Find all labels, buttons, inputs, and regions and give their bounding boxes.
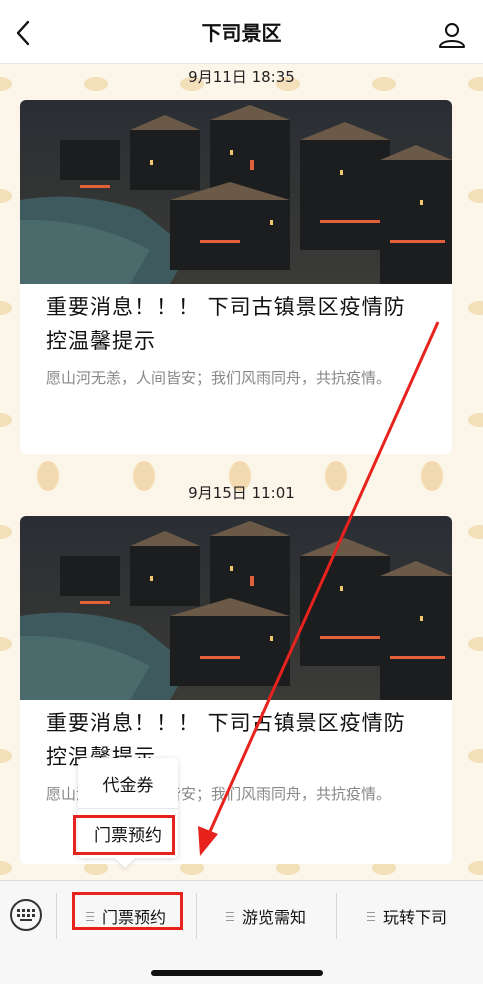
message-timestamp: 9月15日 11:01 — [188, 484, 295, 502]
town-night-photo — [20, 100, 452, 284]
article-cover-image — [20, 100, 452, 284]
nav-item-label: 门票预约 — [101, 908, 166, 927]
menu-list-icon — [225, 911, 234, 921]
back-arrow-icon[interactable] — [10, 18, 40, 48]
top-navigation-bar: 下司景区 — [0, 0, 483, 64]
nav-item-label: 玩转下司 — [382, 908, 447, 927]
nav-item-explore-xiasi[interactable]: 玩转下司 — [337, 893, 477, 939]
article-card[interactable]: 重要消息！！！ 下司古镇景区疫情防控温馨提示 愿山河无恙，人间皆安；我们风雨同舟… — [20, 100, 452, 454]
article-description: 愿山河无恙，人间皆安；我们风雨同舟，共抗疫情。 — [46, 369, 392, 387]
ticket-submenu-popup: 代金券 门票预约 — [78, 758, 178, 868]
home-indicator — [151, 970, 323, 976]
article-cover-image — [20, 516, 452, 700]
nav-item-visit-guide[interactable]: 游览需知 — [197, 893, 335, 939]
bottom-menu-bar: 门票预约 游览需知 玩转下司 — [0, 880, 483, 984]
town-night-photo — [20, 516, 452, 700]
menu-list-icon — [85, 911, 94, 921]
submenu-item-voucher[interactable]: 代金券 — [78, 758, 178, 808]
page-title: 下司景区 — [201, 21, 282, 45]
article-title: 重要消息！！！ 下司古镇景区疫情防控温馨提示 — [46, 295, 406, 353]
nav-item-label: 游览需知 — [241, 908, 306, 927]
menu-list-icon — [366, 911, 375, 921]
nav-item-ticket-booking[interactable]: 门票预约 — [57, 893, 195, 939]
keyboard-toggle-icon[interactable] — [10, 899, 42, 931]
user-profile-icon[interactable] — [437, 20, 467, 50]
message-timestamp: 9月11日 18:35 — [188, 68, 295, 86]
